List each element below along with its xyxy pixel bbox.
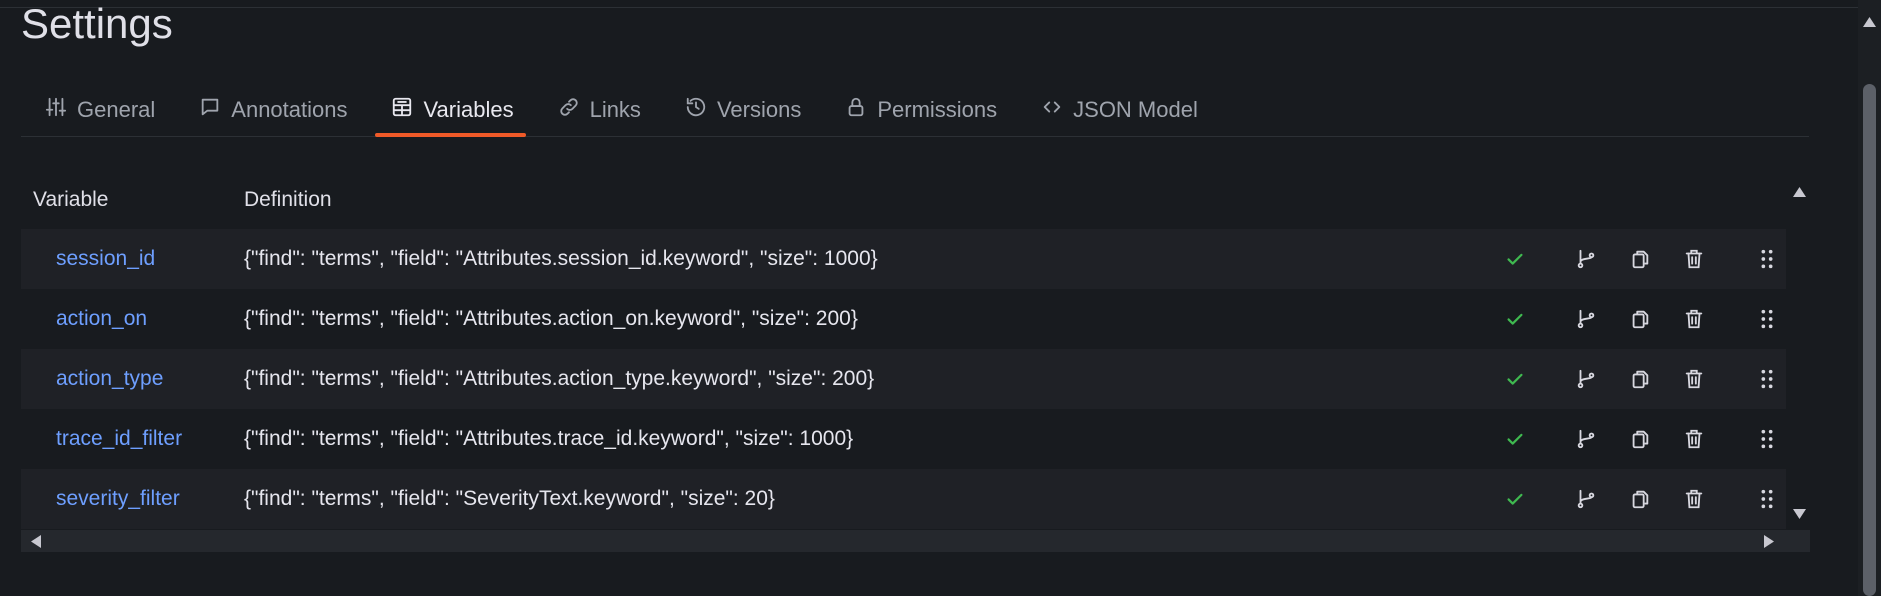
tab-label: Links (589, 97, 641, 122)
tab-label: Variables (423, 97, 514, 122)
sliders-icon (45, 96, 67, 124)
column-header-variable: Variable (33, 188, 109, 211)
scroll-left-arrow-icon[interactable] (31, 535, 41, 553)
tab-variables[interactable]: Variables (367, 84, 533, 137)
tab-label: Versions (716, 97, 802, 122)
check-icon (1502, 306, 1528, 332)
variable-name-link[interactable]: action_on (56, 307, 147, 331)
check-icon (1502, 486, 1528, 512)
history-icon (685, 96, 707, 124)
trash-icon[interactable] (1681, 426, 1707, 452)
link-icon (558, 96, 580, 124)
table-horizontal-scrollbar[interactable] (21, 530, 1810, 552)
copy-icon[interactable] (1627, 246, 1653, 272)
copy-icon[interactable] (1627, 366, 1653, 392)
variable-definition: {"find": "terms", "field": "Attributes.s… (244, 247, 878, 270)
trash-icon[interactable] (1681, 486, 1707, 512)
drag-handle-icon[interactable] (1754, 426, 1780, 452)
table-header: Variable Definition (21, 172, 1786, 228)
lock-icon (845, 96, 867, 124)
comment-icon (199, 96, 221, 124)
settings-tabs: General Annotations Variables Links Vers… (21, 84, 1809, 137)
tab-label: Permissions (877, 97, 998, 122)
drag-handle-icon[interactable] (1754, 486, 1780, 512)
variable-name-link[interactable]: session_id (56, 247, 155, 271)
tab-label: JSON Model (1073, 97, 1198, 122)
top-border (0, 7, 1860, 8)
page-vertical-scrollbar[interactable] (1858, 0, 1881, 596)
check-icon (1502, 246, 1528, 272)
table-body: session_id {"find": "terms", "field": "At… (21, 229, 1786, 529)
table-vertical-scrollbar[interactable] (1789, 172, 1810, 530)
scroll-down-arrow-icon[interactable] (1793, 506, 1806, 524)
variable-definition: {"find": "terms", "field": "Attributes.a… (244, 307, 858, 330)
page-title: Settings (21, 0, 173, 47)
drag-handle-icon[interactable] (1754, 366, 1780, 392)
branch-icon[interactable] (1573, 306, 1599, 332)
trash-icon[interactable] (1681, 246, 1707, 272)
calculator-icon (391, 96, 413, 124)
variables-table: Variable Definition session_id {"find": "… (21, 172, 1810, 552)
table-row: session_id {"find": "terms", "field": "At… (21, 229, 1786, 289)
drag-handle-icon[interactable] (1754, 306, 1780, 332)
variable-definition: {"find": "terms", "field": "Attributes.t… (244, 427, 854, 450)
copy-icon[interactable] (1627, 486, 1653, 512)
check-icon (1502, 366, 1528, 392)
page-scroll-thumb[interactable] (1863, 84, 1876, 596)
drag-handle-icon[interactable] (1754, 246, 1780, 272)
tab-label: Annotations (231, 97, 348, 122)
tab-label: General (77, 97, 156, 122)
variable-definition: {"find": "terms", "field": "SeverityText… (244, 487, 775, 510)
table-row: trace_id_filter {"find": "terms", "field"… (21, 409, 1786, 469)
tab-links[interactable]: Links (534, 84, 661, 136)
variable-definition: {"find": "terms", "field": "Attributes.a… (244, 367, 875, 390)
table-row: action_on {"find": "terms", "field": "Att… (21, 289, 1786, 349)
branch-icon[interactable] (1573, 366, 1599, 392)
trash-icon[interactable] (1681, 366, 1707, 392)
variable-name-link[interactable]: action_type (56, 367, 163, 391)
branch-icon[interactable] (1573, 426, 1599, 452)
copy-icon[interactable] (1627, 426, 1653, 452)
trash-icon[interactable] (1681, 306, 1707, 332)
copy-icon[interactable] (1627, 306, 1653, 332)
check-icon (1502, 426, 1528, 452)
branch-icon[interactable] (1573, 246, 1599, 272)
tab-general[interactable]: General (21, 84, 175, 136)
variable-name-link[interactable]: trace_id_filter (56, 427, 182, 451)
variable-name-link[interactable]: severity_filter (56, 487, 180, 511)
branch-icon[interactable] (1573, 486, 1599, 512)
page-scroll-up-arrow-icon[interactable] (1863, 14, 1876, 32)
scroll-right-arrow-icon[interactable] (1764, 535, 1774, 553)
tab-versions[interactable]: Versions (661, 84, 821, 136)
scroll-up-arrow-icon[interactable] (1793, 184, 1806, 202)
tab-permissions[interactable]: Permissions (821, 84, 1017, 136)
table-row: severity_filter {"find": "terms", "field"… (21, 469, 1786, 529)
code-icon (1041, 96, 1063, 124)
table-row: action_type {"find": "terms", "field": "A… (21, 349, 1786, 409)
column-header-definition: Definition (244, 188, 332, 211)
tab-annotations[interactable]: Annotations (175, 84, 367, 136)
tab-json-model[interactable]: JSON Model (1017, 84, 1218, 136)
